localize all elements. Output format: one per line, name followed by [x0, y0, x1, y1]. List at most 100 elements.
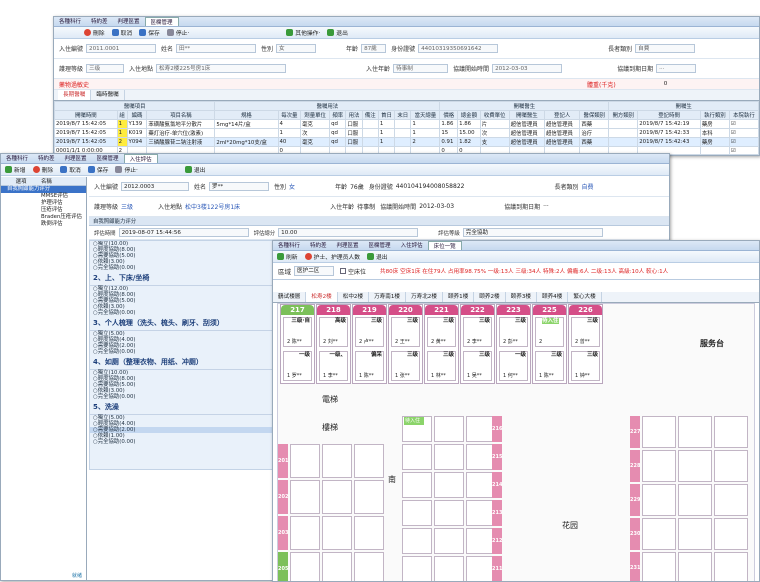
column-header[interactable]: 規格	[214, 110, 279, 120]
stop-button[interactable]: 停止·	[166, 28, 189, 37]
cancel-button[interactable]: 取消	[111, 28, 132, 37]
bed-card[interactable]: 偏呆 1 陈**	[355, 351, 384, 381]
bed-card[interactable]	[642, 450, 676, 482]
bed-card[interactable]	[434, 500, 464, 526]
exit-button[interactable]: 退出	[184, 165, 205, 174]
add-button[interactable]: 新增	[5, 165, 26, 174]
column-header[interactable]: 開囑醫生	[508, 110, 545, 120]
bed-card[interactable]: 三级 1 张**	[391, 351, 420, 381]
tree-item-braden[interactable]: Braden压疮评估	[1, 214, 86, 221]
checkin-field[interactable]: 待事制	[393, 64, 449, 73]
end-date-field[interactable]: ···	[656, 64, 697, 73]
bed-card[interactable]	[642, 552, 676, 581]
bed-card[interactable]	[642, 484, 676, 516]
bed-card[interactable]: 一级 1 何**	[499, 351, 528, 381]
bed-card[interactable]: 三级 2 曾**	[571, 317, 600, 347]
bed-card[interactable]	[434, 472, 464, 498]
column-header[interactable]: 總金額	[457, 110, 481, 120]
bed-card[interactable]	[678, 484, 712, 516]
menu-item[interactable]: 判理區置	[60, 154, 92, 163]
column-header[interactable]: 收費單位	[479, 110, 510, 120]
bed-card[interactable]: 三级 2 王**	[391, 317, 420, 347]
column-header[interactable]: 開方類別	[608, 110, 639, 120]
bed-card[interactable]: 高级 2 刘**	[319, 317, 348, 347]
menu-item[interactable]: 各種科行	[54, 17, 86, 26]
bed-card[interactable]	[714, 484, 748, 516]
bed-card[interactable]	[402, 472, 432, 498]
bed-card[interactable]	[678, 552, 712, 581]
floor-tab[interactable]: 繁心大楼	[568, 292, 602, 302]
staff-count-button[interactable]: 护士、护理员人数	[304, 252, 360, 261]
exit-button[interactable]: 退出	[367, 252, 388, 261]
pending-badge[interactable]: 待入住	[404, 417, 424, 425]
table-row[interactable]: 2019/8/7 15:42:05 1 Y139 苯磺酸氨氯地平分散片 5mg*14片/…	[54, 119, 759, 129]
bed-card[interactable]	[290, 480, 320, 514]
elder-type-field[interactable]: 自費	[635, 44, 696, 53]
floor-tab[interactable]: 万寿北2楼	[406, 292, 443, 302]
floor-tab[interactable]: 万寿南1楼	[369, 292, 407, 302]
assess-time-field[interactable]: 2019-08-07 15:44:56	[118, 228, 249, 237]
bed-card[interactable]	[354, 516, 384, 550]
bed-card[interactable]	[714, 552, 748, 581]
save-button[interactable]: 保存	[87, 165, 108, 174]
tree-item-mmse[interactable]: MMSE评估	[1, 193, 86, 200]
table-row[interactable]: 2019/8/7 15:42:05 1 K019 藥灯治疗-单穴位(激素) 1 次 qd 口服…	[54, 128, 759, 138]
bed-card[interactable]	[290, 516, 320, 550]
refresh-button[interactable]: 刷新	[277, 252, 298, 261]
bed-card[interactable]	[402, 528, 432, 554]
column-header[interactable]: 本院執行	[728, 110, 759, 120]
sex-field[interactable]: 女	[276, 44, 317, 53]
place-field[interactable]: 松寿2楼225号房1床	[156, 64, 287, 73]
start-date-field[interactable]: 2012-03-03	[492, 64, 563, 73]
bed-card[interactable]	[678, 518, 712, 550]
delete-button[interactable]: 刪除	[32, 165, 53, 174]
bed-card[interactable]	[322, 552, 352, 581]
vacant-checkbox[interactable]	[340, 268, 346, 274]
bed-card[interactable]	[678, 450, 712, 482]
column-header[interactable]: 用法	[345, 110, 363, 120]
floor-tab[interactable]: 颐养3楼	[506, 292, 537, 302]
bed-card[interactable]: 待入住 2	[535, 317, 564, 347]
bed-card[interactable]: 三级 2 黄**	[427, 317, 456, 347]
menu-item[interactable]: 區欄管理	[364, 241, 396, 250]
floor-tab[interactable]: 松寿2楼	[306, 292, 338, 302]
bed-card[interactable]: 三级·自 2 陈**	[283, 317, 312, 347]
id-field[interactable]: 44010319350691642	[418, 44, 499, 53]
tree-item-nursing[interactable]: 护理评估	[1, 200, 86, 207]
bed-card[interactable]	[322, 516, 352, 550]
bed-card[interactable]: 三级 1 钟**	[571, 351, 600, 381]
bed-card[interactable]	[402, 444, 432, 470]
column-header[interactable]: 組	[116, 110, 128, 120]
bed-card[interactable]	[434, 556, 464, 581]
weight-value[interactable]: 0	[664, 81, 668, 87]
floor-tab[interactable]: 松中2楼	[338, 292, 370, 302]
result-field[interactable]: 完全協助	[462, 228, 603, 237]
age-field[interactable]: 87歲	[361, 44, 387, 53]
area-select[interactable]: 医护二区	[294, 266, 334, 276]
menu-item[interactable]: 特約差	[86, 17, 113, 26]
column-header[interactable]: 首日	[377, 110, 396, 120]
tree-item-pressure[interactable]: 压疮评估	[1, 207, 86, 214]
column-header[interactable]: 每次量	[277, 110, 302, 120]
column-header[interactable]: 當天總量	[410, 110, 441, 120]
bed-card[interactable]	[402, 500, 432, 526]
inpatient-no-field[interactable]: 2011.0001	[86, 44, 157, 53]
column-header[interactable]: 編碼	[126, 110, 148, 120]
floor-tab[interactable]: 颐养2楼	[474, 292, 506, 302]
bed-card[interactable]	[678, 416, 712, 448]
column-header[interactable]: 開囑時間	[54, 110, 118, 120]
tab-temporary[interactable]: 臨時醫囑	[91, 90, 125, 100]
bed-card[interactable]: 三级 1 陈**	[535, 351, 564, 381]
tab-long-term[interactable]: 長期醫囑	[58, 90, 92, 100]
bed-card[interactable]: 三级 1 吴**	[463, 351, 492, 381]
bed-card[interactable]: 三级 2 彭**	[499, 317, 528, 347]
delete-button[interactable]: 刪除	[84, 28, 105, 37]
floor-tab[interactable]: 颐养4楼	[537, 292, 569, 302]
bed-card[interactable]	[714, 416, 748, 448]
exit-button[interactable]: 退出	[327, 28, 348, 37]
tree-item-selfcare[interactable]: 自我照顧能力评分	[1, 186, 86, 193]
column-header[interactable]: 項目名稱	[146, 110, 216, 120]
bed-card[interactable]: 三级 2 李**	[463, 317, 492, 347]
floor-tab[interactable]: 鶴试楼層	[273, 292, 307, 302]
menu-item[interactable]: 特約差	[33, 154, 60, 163]
